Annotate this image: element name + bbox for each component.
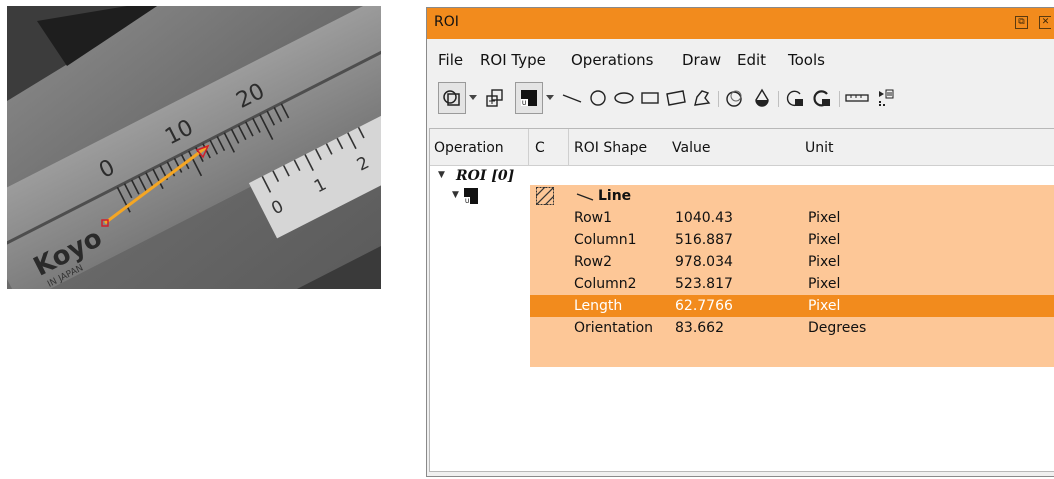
property-name: Column1 (574, 232, 637, 248)
table-row[interactable]: Row2 978.034 Pixel (530, 251, 1054, 273)
property-value: 83.662 (675, 320, 724, 336)
roi-group-row[interactable]: ▼ ROI [0] (430, 167, 1054, 185)
shape-type-label: Line (598, 188, 632, 204)
ellipse-icon[interactable] (611, 82, 637, 114)
color-swatch-icon[interactable]: U (515, 82, 543, 114)
ruler-icon[interactable] (843, 82, 871, 114)
circle-icon[interactable] (585, 82, 611, 114)
close-icon[interactable]: ✕ (1039, 16, 1051, 29)
roi-combine-icon[interactable] (438, 82, 466, 114)
property-name: Column2 (574, 276, 637, 292)
column-header-c[interactable]: C (535, 140, 545, 156)
line-shape-icon (576, 190, 594, 206)
polygon-icon[interactable] (689, 82, 715, 114)
shape-row[interactable]: ▼ U (430, 177, 1054, 215)
rectangle-icon[interactable] (637, 82, 663, 114)
property-unit: Pixel (808, 232, 841, 248)
image-viewer[interactable]: 0 10 20 Koyo IN JAPAN 0 1 2 (7, 6, 381, 289)
table-row[interactable]: Column1 516.887 Pixel (530, 229, 1054, 251)
property-name: Length (574, 298, 623, 314)
menu-draw[interactable]: Draw (682, 51, 721, 69)
expand-arrow-icon[interactable]: ▼ (438, 170, 445, 180)
column-header-value[interactable]: Value (672, 140, 710, 156)
property-unit: Pixel (808, 210, 841, 226)
property-value: 62.7766 (675, 298, 733, 314)
dropdown-arrow-icon[interactable] (544, 82, 556, 114)
lock-region-icon[interactable] (782, 82, 808, 114)
toolbar-separator (839, 91, 840, 107)
menu-operations[interactable]: Operations (571, 51, 653, 69)
roi-group-label: ROI [0] (456, 168, 515, 184)
roi-window: ROI ⧉ ✕ File ROI Type Operations Draw Ed… (426, 7, 1054, 477)
toolbar-separator (778, 91, 779, 107)
table-row[interactable]: Row1 1040.43 Pixel (530, 207, 1054, 229)
ring-icon[interactable] (722, 82, 748, 114)
property-value: 1040.43 (675, 210, 733, 226)
lock-region-filled-icon[interactable] (809, 82, 835, 114)
column-divider (528, 129, 529, 166)
table-row[interactable]: Orientation 83.662 Degrees (530, 317, 1054, 339)
menu-edit[interactable]: Edit (737, 51, 766, 69)
rotated-rectangle-icon[interactable] (663, 82, 689, 114)
dropdown-arrow-icon[interactable] (467, 82, 479, 114)
add-roi-icon[interactable] (482, 82, 508, 114)
property-name: Orientation (574, 320, 654, 336)
property-name: Row2 (574, 254, 613, 270)
drop-icon[interactable] (749, 82, 775, 114)
title-bar: ROI ⧉ ✕ (427, 8, 1054, 39)
window-title: ROI (434, 14, 459, 30)
table-header: Operation C ROI Shape Value Unit (430, 129, 1054, 166)
table-row[interactable]: Column2 523.817 Pixel (530, 273, 1054, 295)
property-value: 978.034 (675, 254, 733, 270)
property-unit: Pixel (808, 254, 841, 270)
svg-text:U: U (465, 198, 469, 204)
column-header-operation[interactable]: Operation (434, 140, 504, 156)
column-header-unit[interactable]: Unit (805, 140, 834, 156)
menu-file[interactable]: File (438, 51, 463, 69)
restore-icon[interactable]: ⧉ (1015, 16, 1028, 29)
property-unit: Degrees (808, 320, 867, 336)
roi-table[interactable]: Operation C ROI Shape Value Unit ▼ ROI [… (429, 128, 1054, 472)
svg-text:U: U (522, 100, 526, 107)
toolbar: U (427, 82, 1054, 116)
caliper-image: 0 10 20 Koyo IN JAPAN 0 1 2 (7, 6, 381, 289)
property-unit: Pixel (808, 298, 841, 314)
toolbar-separator (718, 91, 719, 107)
export-icon[interactable] (873, 82, 899, 114)
column-divider (568, 129, 569, 166)
column-header-roi-shape[interactable]: ROI Shape (574, 140, 647, 156)
line-icon[interactable] (559, 82, 585, 114)
expand-arrow-icon[interactable]: ▼ (452, 190, 459, 200)
hatched-pattern-icon (526, 177, 564, 215)
property-value: 516.887 (675, 232, 733, 248)
menu-roi-type[interactable]: ROI Type (480, 51, 546, 69)
menu-tools[interactable]: Tools (788, 51, 825, 69)
property-value: 523.817 (675, 276, 733, 292)
property-name: Row1 (574, 210, 613, 226)
shape-color-swatch-icon: U (464, 188, 478, 208)
table-row-selected[interactable]: Length 62.7766 Pixel (530, 295, 1054, 317)
property-unit: Pixel (808, 276, 841, 292)
